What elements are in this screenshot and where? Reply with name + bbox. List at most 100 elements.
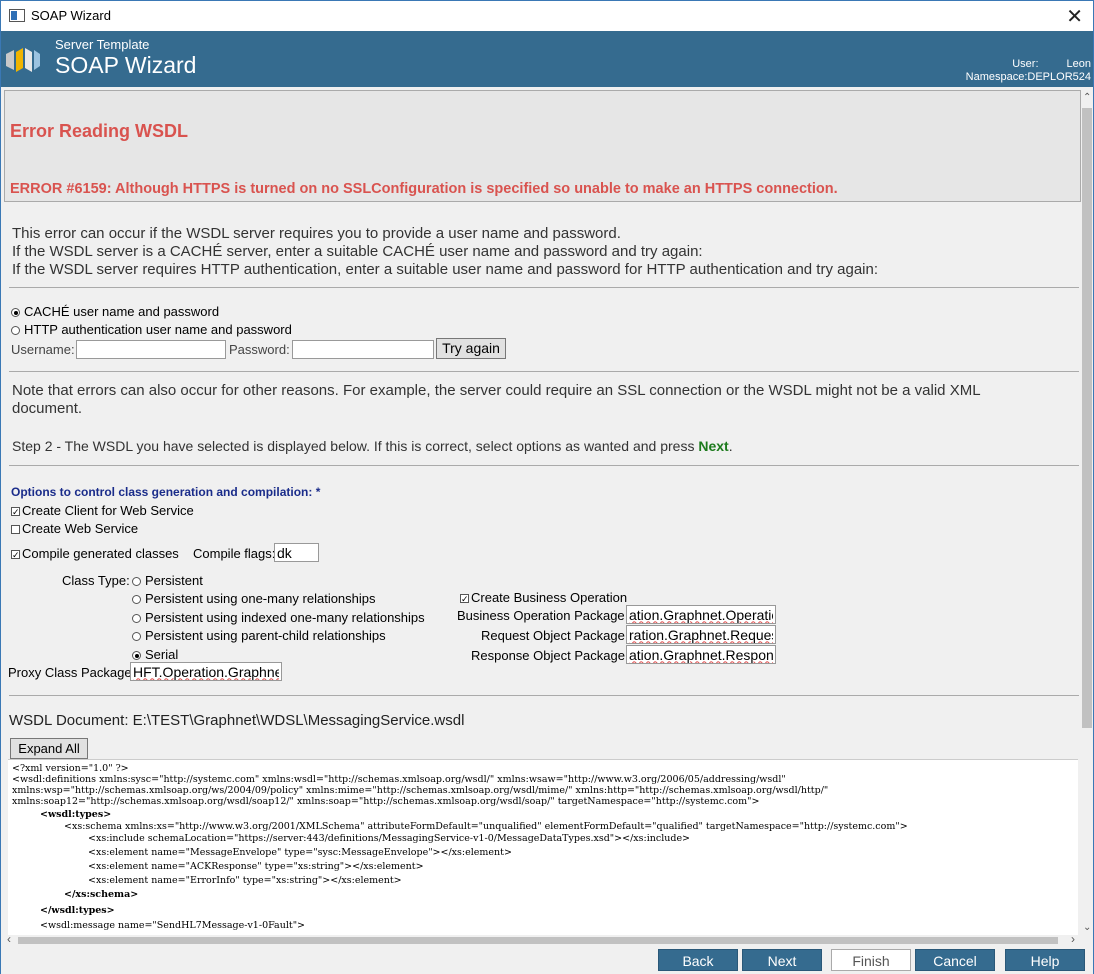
auth-option-cache[interactable]: CACHÉ user name and password [11, 304, 219, 319]
radio-selected-icon[interactable] [11, 308, 20, 318]
create-business-operation-label: Create Business Operation [471, 590, 628, 605]
class-type-persistent[interactable]: Persistent [132, 573, 203, 588]
class-type-indexed[interactable]: Persistent using indexed one-many relati… [132, 610, 425, 625]
proxy-package-input[interactable] [130, 662, 282, 681]
xml-line: <wsdl:message name="SendHL7Message-v1-0F… [40, 920, 306, 931]
back-button[interactable]: Back [658, 949, 738, 971]
user-info: User: Leon Namespace:DEPLOR524 [966, 58, 1091, 84]
namespace-label: Namespace: [965, 71, 1028, 83]
response-package-label: Response Object Package [471, 648, 625, 663]
create-business-operation-checkbox[interactable]: Create Business Operation [460, 590, 627, 605]
scrollbar-thumb[interactable] [18, 937, 1058, 944]
xml-line: <xs:include schemaLocation="https://serv… [88, 833, 691, 844]
divider [9, 371, 1079, 372]
username-input[interactable] [76, 340, 226, 359]
class-type-parent-child[interactable]: Persistent using parent-child relationsh… [132, 628, 386, 643]
radio-unselected-icon[interactable] [11, 326, 20, 336]
auth-option-cache-label: CACHÉ user name and password [24, 304, 220, 319]
xml-line: <xs:element name="ACKResponse" type="xs:… [88, 861, 424, 872]
password-input[interactable] [292, 340, 434, 359]
close-icon[interactable]: ✕ [1066, 4, 1083, 29]
help-button[interactable]: Help [1005, 949, 1085, 971]
xml-line: <wsdl:types> [40, 809, 112, 820]
proxy-package-label: Proxy Class Package [8, 665, 132, 680]
radio-unselected-icon[interactable] [132, 577, 141, 587]
divider [9, 695, 1079, 696]
compile-flags-input[interactable] [274, 543, 319, 562]
radio-selected-icon[interactable] [132, 651, 141, 661]
window-title: SOAP Wizard [31, 8, 111, 23]
create-service-checkbox[interactable]: Create Web Service [11, 521, 138, 536]
app-window-icon [9, 9, 25, 22]
xml-line: <?xml version="1.0" ?> [12, 763, 129, 774]
xml-line: xmlns:soap12="http://schemas.xmlsoap.org… [12, 796, 760, 807]
soap-wizard-window: SOAP Wizard ✕ Server Template SOAP Wizar… [0, 0, 1094, 974]
xml-line: <xs:element name="ErrorInfo" type="xs:st… [88, 875, 402, 886]
help-line-2: If the WSDL server is a CACHÉ server, en… [12, 243, 703, 260]
header-title: SOAP Wizard [55, 52, 197, 78]
wizard-footer: Back Next Finish Cancel Help [1, 945, 1093, 974]
compile-generated-checkbox[interactable]: Compile generated classes [11, 546, 179, 561]
radio-unselected-icon[interactable] [132, 614, 141, 624]
wizard-content: Error Reading WSDL ERROR #6159: Although… [4, 90, 1081, 935]
intersystems-logo-icon [6, 48, 40, 72]
scroll-down-icon[interactable]: ⌄ [1083, 922, 1091, 933]
step2-instructions: Step 2 - The WSDL you have selected is d… [12, 438, 733, 454]
xml-line: </xs:schema> [64, 889, 139, 900]
password-label: Password: [229, 342, 290, 357]
vertical-scrollbar[interactable]: ⌃ ⌄ [1081, 90, 1093, 935]
request-package-label: Request Object Package [481, 628, 625, 643]
class-type-label-parent-child: Persistent using parent-child relationsh… [145, 628, 386, 643]
scroll-left-icon[interactable]: ‹ [7, 932, 11, 946]
help-line-1: This error can occur if the WSDL server … [12, 225, 621, 242]
checkbox-checked-icon[interactable] [11, 550, 20, 560]
app-header: Server Template SOAP Wizard User: Leon Na… [1, 31, 1093, 87]
divider [9, 287, 1079, 288]
wsdl-document-line: WSDL Document: E:\TEST\Graphnet\WDSL\Mes… [9, 712, 464, 729]
wsdl-document-path: E:\TEST\Graphnet\WDSL\MessagingService.w… [132, 712, 465, 729]
checkbox-checked-icon[interactable] [460, 594, 469, 604]
error-panel: Error Reading WSDL ERROR #6159: Although… [4, 90, 1081, 202]
class-type-label: Class Type: [62, 573, 130, 588]
checkbox-checked-icon[interactable] [11, 507, 20, 517]
cancel-button[interactable]: Cancel [915, 949, 995, 971]
request-package-input[interactable] [626, 625, 776, 644]
try-again-button[interactable]: Try again [436, 338, 506, 359]
namespace-value: DEPLOR524 [1027, 71, 1091, 83]
wsdl-document-label: WSDL Document: [9, 712, 129, 729]
create-service-label: Create Web Service [22, 521, 139, 536]
user-value: Leon [1066, 58, 1091, 70]
auth-option-http[interactable]: HTTP authentication user name and passwo… [11, 322, 292, 337]
class-type-serial[interactable]: Serial [132, 647, 178, 662]
class-type-label-serial: Serial [145, 647, 179, 662]
error-message: ERROR #6159: Although HTTPS is turned on… [10, 181, 838, 197]
scrollbar-thumb[interactable] [1082, 108, 1092, 728]
xml-line: <xs:schema xmlns:xs="http://www.w3.org/2… [64, 821, 908, 832]
bo-package-input[interactable] [626, 605, 776, 624]
class-type-label-one-many: Persistent using one-many relationships [145, 591, 376, 606]
xml-line: <xs:element name="MessageEnvelope" type=… [88, 847, 512, 858]
class-type-one-many[interactable]: Persistent using one-many relationships [132, 591, 376, 606]
expand-all-button[interactable]: Expand All [10, 738, 88, 759]
finish-button[interactable]: Finish [831, 949, 911, 971]
xml-line: </wsdl:types> [40, 905, 115, 916]
xml-line: xmlns:wsp="http://schemas.xmlsoap.org/ws… [12, 785, 829, 796]
response-package-input[interactable] [626, 645, 776, 664]
next-button[interactable]: Next [742, 949, 822, 971]
divider [9, 465, 1079, 466]
scroll-right-icon[interactable]: › [1071, 932, 1075, 946]
radio-unselected-icon[interactable] [132, 632, 141, 642]
class-type-label-indexed: Persistent using indexed one-many relati… [145, 610, 425, 625]
radio-unselected-icon[interactable] [132, 595, 141, 605]
horizontal-scrollbar[interactable]: ‹ › [4, 932, 1081, 946]
create-client-checkbox[interactable]: Create Client for Web Service [11, 503, 194, 518]
bo-package-label: Business Operation Package [457, 608, 625, 623]
title-bar: SOAP Wizard ✕ [1, 1, 1093, 31]
options-heading: Options to control class generation and … [11, 485, 321, 499]
scroll-up-icon[interactable]: ⌃ [1083, 92, 1091, 103]
checkbox-unchecked-icon[interactable] [11, 525, 20, 535]
class-type-label-persistent: Persistent [145, 573, 203, 588]
help-line-3: If the WSDL server requires HTTP authent… [12, 261, 879, 278]
error-heading: Error Reading WSDL [10, 121, 189, 141]
wsdl-xml-viewer[interactable]: <?xml version="1.0" ?> <wsdl:definitions… [8, 759, 1078, 935]
